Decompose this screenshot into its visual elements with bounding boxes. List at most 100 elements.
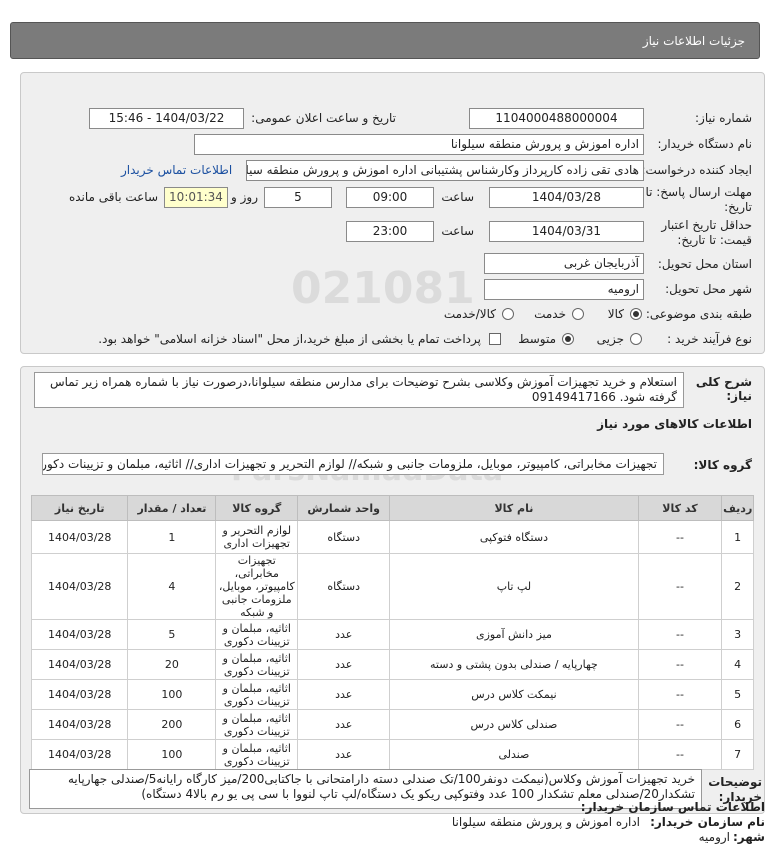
contact-info-title: اطلاعات تماس سازمان خریدار: [580,800,765,814]
goods-info-title: اطلاعات کالاهای مورد نیاز [597,417,752,431]
page-title: جزئیات اطلاعات نیاز [642,34,745,48]
category-radio-both[interactable] [502,308,514,320]
city-field[interactable]: ارومیه [484,279,644,300]
goods-group-label: گروه کالا: [693,458,752,472]
contact-org-value: اداره اموزش و پرورش منطقه سیلوانا [451,815,640,829]
general-desc-field: استعلام و خرید تجهیزات آموزش وکلاسی بشرح… [34,372,684,408]
table-row: 3 -- میز دانش آموزی عدد اثاثیه، مبلمان و… [30,619,754,650]
cell-unit: دستگاه [297,520,391,554]
cell-quantity: 5 [127,619,217,650]
table-row: 1 -- دستگاه فتوکپی دستگاه لوازم التحریر … [30,520,754,554]
cell-row-number: 3 [721,619,754,650]
cell-unit: عدد [297,679,391,710]
cell-goods-code: -- [637,520,723,554]
cell-quantity: 100 [127,739,217,770]
page-container: جزئیات اطلاعات نیاز 021081 شماره نیاز: 1… [10,22,765,844]
col-row-number: ردیف [721,495,754,521]
category-radio-service[interactable] [572,308,584,320]
process-radio-medium[interactable] [562,333,574,345]
province-field[interactable]: آذربایجان غربی [484,253,644,274]
days-field[interactable]: 5 [264,187,332,208]
price-validity-time-label: ساعت [441,224,474,238]
cell-row-number: 2 [721,553,754,620]
cell-goods-group: اثاثیه، مبلمان و تزیینات دکوری [215,709,299,740]
goods-table: ردیف کد کالا نام کالا واحد شمارش گروه کا… [30,495,754,770]
need-number-field[interactable]: 1104000488000004 [469,108,644,129]
treasury-checkbox[interactable] [489,333,501,345]
cell-goods-group: اثاثیه، مبلمان و تزیینات دکوری [215,739,299,770]
cell-goods-group: لوازم التحریر و تجهیزات اداری [215,520,299,554]
buyer-contact-link[interactable]: اطلاعات تماس خریدار [121,163,232,177]
need-info-panel: 021081 شماره نیاز: 1104000488000004 تاری… [20,72,765,354]
cell-row-number: 4 [721,649,754,680]
col-goods-name: نام کالا [389,495,639,521]
general-desc-label-2: نیاز: [726,389,752,403]
col-goods-code: کد کالا [637,495,723,521]
cell-goods-name: لپ تاپ [389,553,639,620]
cell-quantity: 20 [127,649,217,680]
cell-unit: عدد [297,739,391,770]
process-type-label: نوع فرآیند خرید : [667,332,752,346]
col-goods-group: گروه کالا [215,495,299,521]
page-header: جزئیات اطلاعات نیاز [10,22,760,59]
cell-goods-code: -- [637,649,723,680]
table-row: 5 -- نیمکت کلاس درس عدد اثاثیه، مبلمان و… [30,679,754,710]
cell-row-number: 7 [721,739,754,770]
cell-goods-group: اثاثیه، مبلمان و تزیینات دکوری [215,649,299,680]
cell-goods-group: تجهیزات مخابراتی، کامپیوتر، موبایل، ملزو… [215,553,299,620]
cell-row-number: 6 [721,709,754,740]
process-option-minor: جزیی [596,332,624,346]
table-header-row: ردیف کد کالا نام کالا واحد شمارش گروه کا… [30,495,754,521]
days-label: روز و [231,190,258,204]
cell-goods-name: دستگاه فتوکپی [389,520,639,554]
reply-time-label: ساعت [441,190,474,204]
table-row: 6 -- صندلی کلاس درس عدد اثاثیه، مبلمان و… [30,709,754,740]
cell-need-date: 1404/03/28 [30,709,129,740]
cell-need-date: 1404/03/28 [30,520,129,554]
price-validity-label-2: قیمت: تا تاریخ: [677,233,752,247]
province-label: استان محل تحویل: [657,257,752,271]
col-unit: واحد شمارش [297,495,391,521]
table-row: 4 -- چهارپایه / صندلی بدون پشتی و دسته ع… [30,649,754,680]
category-radio-goods[interactable] [630,308,642,320]
category-label: طبقه بندی موضوعی: [645,307,752,321]
cell-need-date: 1404/03/28 [30,553,129,620]
cell-goods-code: -- [637,679,723,710]
buyer-notes-label: توضیحات [708,775,762,789]
cell-goods-code: -- [637,553,723,620]
contact-city-label: شهر: [733,830,765,844]
cell-quantity: 100 [127,679,217,710]
col-quantity: تعداد / مقدار [127,495,217,521]
reply-date-field[interactable]: 1404/03/28 [489,187,644,208]
cell-goods-name: نیمکت کلاس درس [389,679,639,710]
buyer-device-field[interactable]: اداره اموزش و پرورش منطقه سیلوانا [194,134,644,155]
announce-date-field[interactable]: 1404/03/22 - 15:46 [89,108,244,129]
process-option-medium: متوسط [518,332,556,346]
category-option-service: خدمت [534,307,566,321]
price-validity-date-field[interactable]: 1404/03/31 [489,221,644,242]
general-desc-label: شرح کلی [695,375,752,389]
price-validity-label: حداقل تاریخ اعتبار [661,218,752,232]
reply-deadline-label-2: تاریخ: [724,200,752,214]
announce-date-label: تاریخ و ساعت اعلان عمومی: [251,111,396,125]
goods-group-field: تجهیزات مخابراتی، کامپیوتر، موبایل، ملزو… [42,453,664,475]
category-option-goods: کالا [607,307,624,321]
col-need-date: تاریخ نیاز [30,495,129,521]
cell-goods-name: صندلی کلاس درس [389,709,639,740]
need-number-label: شماره نیاز: [695,111,752,125]
cell-unit: عدد [297,649,391,680]
table-row: 2 -- لپ تاپ دستگاه تجهیزات مخابراتی، کام… [30,553,754,620]
category-option-both: کالا/خدمت [443,307,496,321]
cell-need-date: 1404/03/28 [30,649,129,680]
price-validity-time-field[interactable]: 23:00 [346,221,434,242]
reply-time-field[interactable]: 09:00 [346,187,434,208]
process-radio-minor[interactable] [630,333,642,345]
requester-field[interactable]: هادی تقی زاده کارپرداز وکارشناس پشتیبانی… [246,160,644,181]
cell-goods-code: -- [637,619,723,650]
contact-city-value: ارومیه [698,830,730,844]
cell-goods-group: اثاثیه، مبلمان و تزیینات دکوری [215,679,299,710]
city-label: شهر محل تحویل: [665,282,752,296]
cell-goods-code: -- [637,739,723,770]
contact-org-label: نام سازمان خریدار: [650,815,765,829]
cell-unit: عدد [297,619,391,650]
